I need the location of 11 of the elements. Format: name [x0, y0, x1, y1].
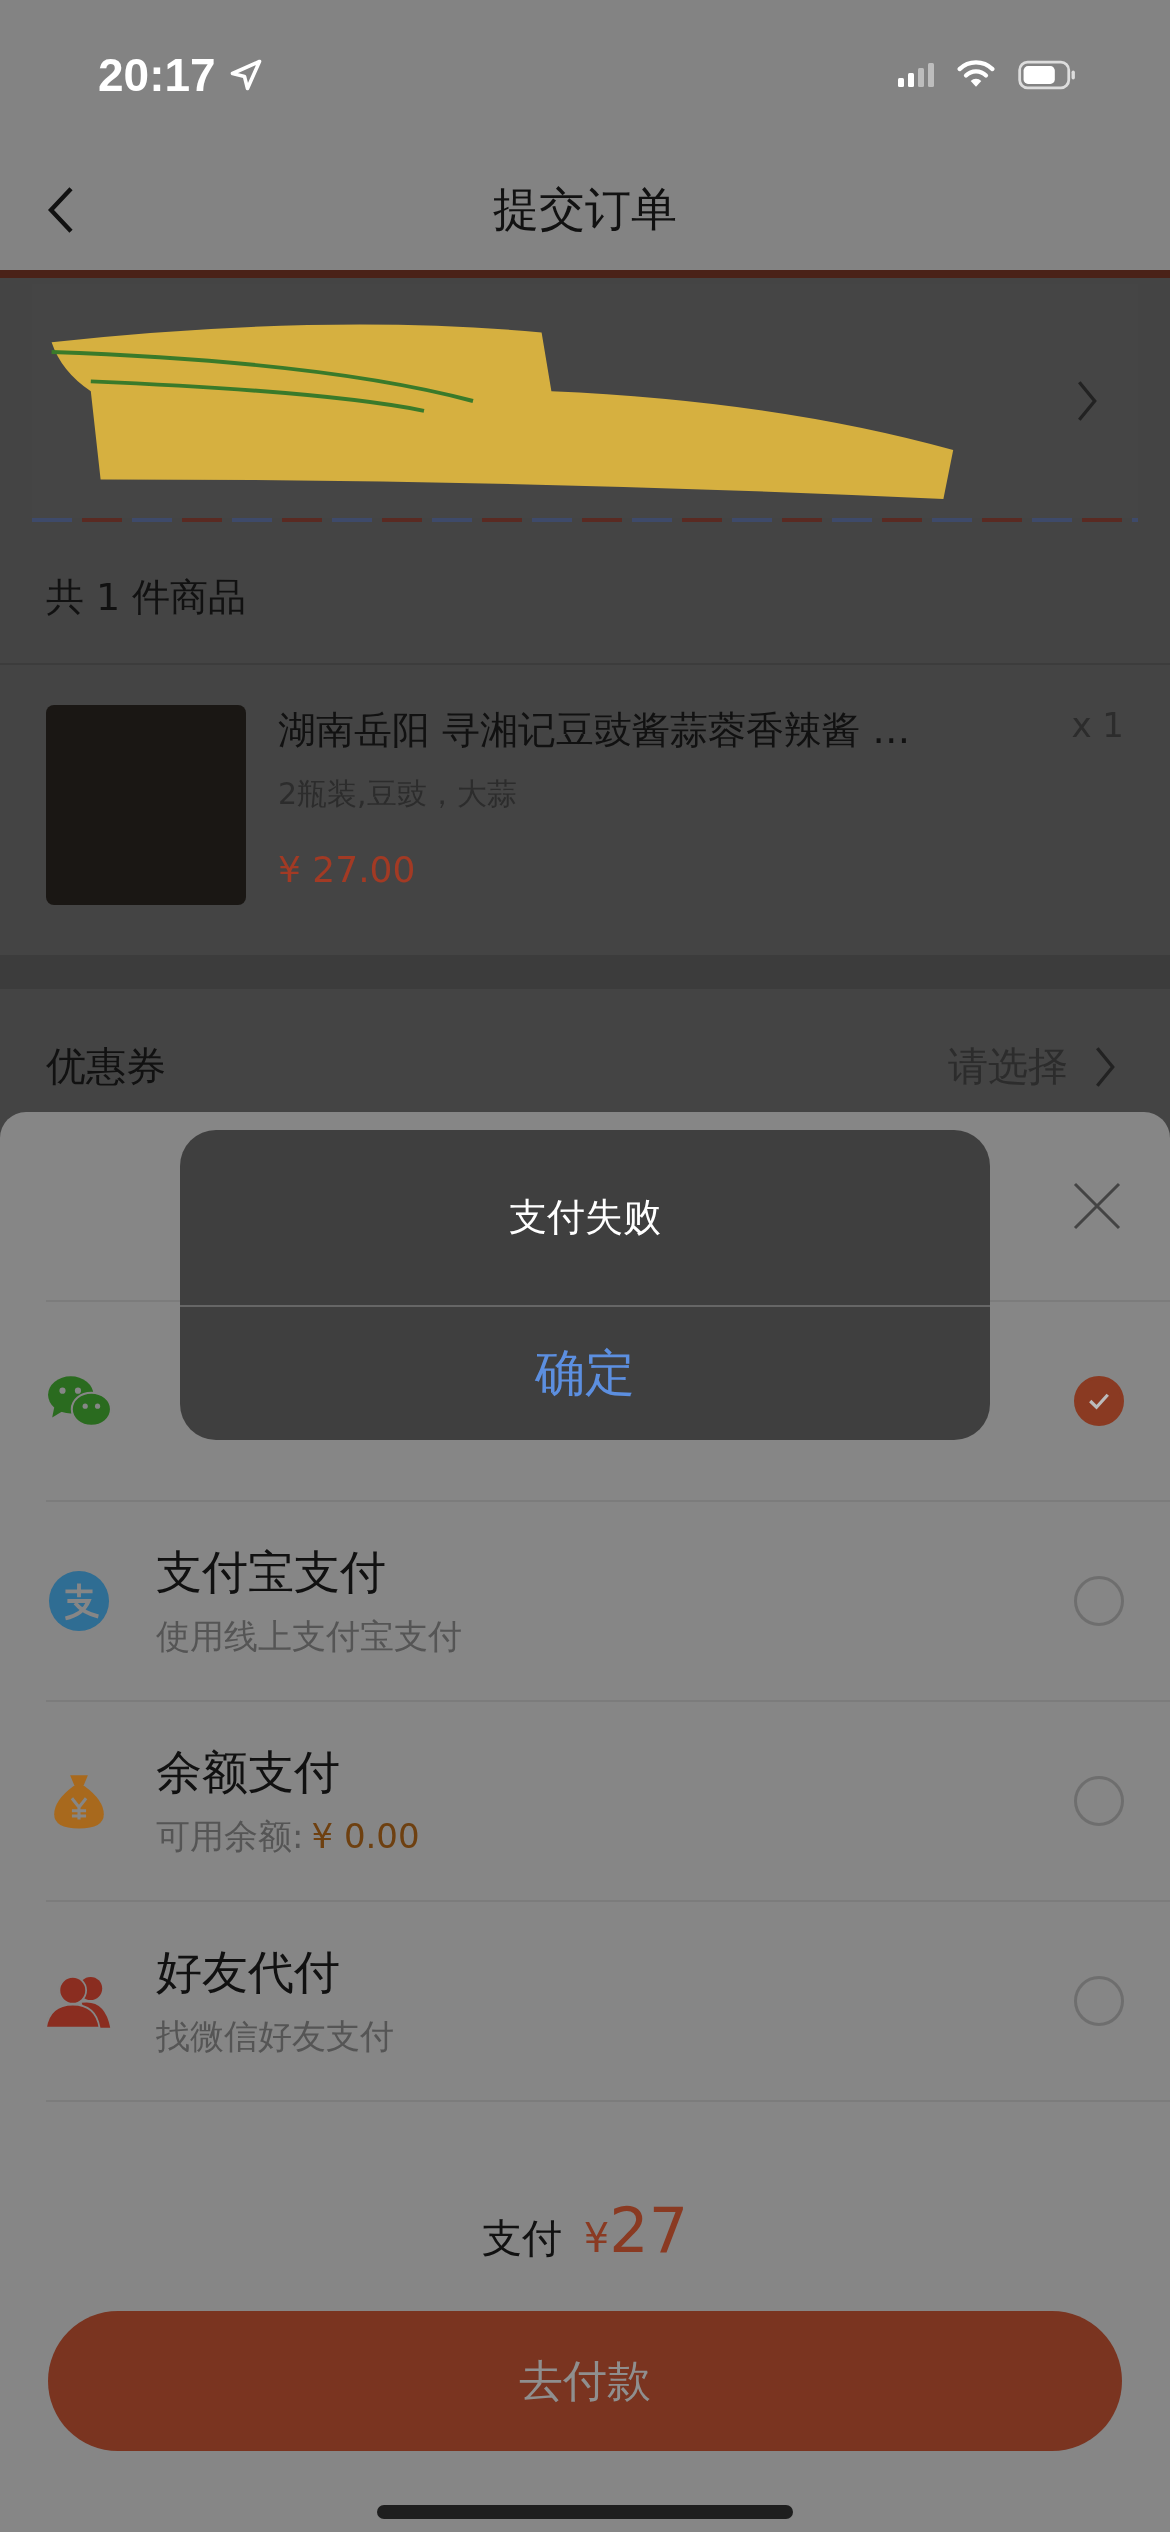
total-amount: 27 — [609, 2194, 689, 2267]
payment-method-title: 余额支付 — [156, 1744, 341, 1801]
status-time: 20:17 — [98, 48, 216, 102]
product-price: ¥ 27.00 — [278, 849, 417, 890]
page-title: 提交订单 — [493, 181, 677, 238]
balance-amount: ¥ 0.00 — [311, 1816, 420, 1856]
payment-method-title: 好友代付 — [156, 1944, 341, 2001]
alert-message: 支付失败 — [180, 1130, 990, 1307]
payment-method-title: 支付宝支付 — [156, 1544, 387, 1601]
total-label: 支付 — [481, 2214, 562, 2263]
currency-sign: ¥ — [583, 2215, 610, 2261]
